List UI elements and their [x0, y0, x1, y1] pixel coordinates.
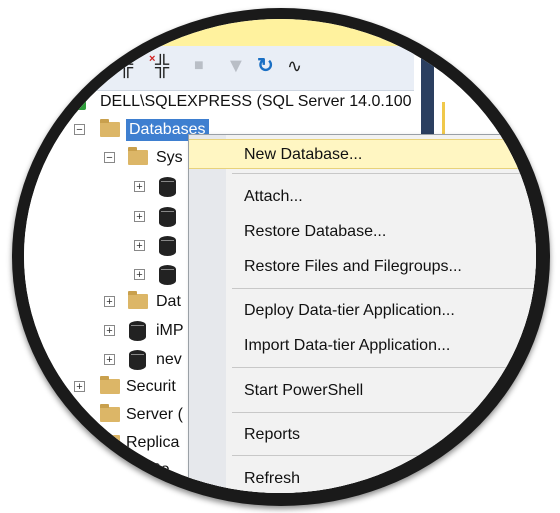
connect-icon[interactable]: ╬ — [119, 54, 133, 78]
security-label: Securit — [126, 378, 176, 395]
menu-item-deploy-data-tier[interactable]: Deploy Data-tier Application... — [189, 296, 536, 326]
tree-node-server-objects[interactable]: Server ( — [72, 404, 192, 426]
database-icon — [129, 321, 146, 341]
menu-item-label: Deploy Data-tier Application... — [244, 302, 455, 319]
folder-icon — [100, 376, 120, 394]
magnifier-lens: ▼ ⊥ ╬ ×╬ ■ ▼ ↻ ∿ cr DELL\SQLEXPRESS (SQL… — [24, 19, 536, 493]
menu-item-label: New Database... — [244, 146, 363, 163]
tree-node-data-tier[interactable]: + Dat — [102, 291, 192, 313]
tree-node-security[interactable]: + Securit — [72, 376, 192, 398]
menu-item-restore-database[interactable]: Restore Database... — [189, 217, 536, 247]
tree-node-system-db-4[interactable]: + — [132, 264, 182, 286]
object-explorer-toolbar: ╬ × ╬ ■ ▼ ↻ ∿ — [24, 46, 414, 91]
folder-icon — [100, 404, 120, 422]
db-import-label: iMP — [156, 322, 184, 339]
menu-separator — [232, 455, 536, 456]
folder-icon — [100, 432, 120, 450]
tree-node-db-import[interactable]: + iMP — [102, 320, 192, 342]
replication-label: Replica — [126, 434, 180, 451]
folder-icon — [128, 147, 148, 165]
server-objects-label: Server ( — [126, 406, 183, 423]
database-icon — [159, 177, 176, 197]
expand-toggle[interactable]: + — [74, 381, 85, 393]
stop-icon[interactable]: ■ — [194, 54, 204, 78]
database-icon — [159, 207, 176, 227]
menu-item-new-database[interactable]: New Database... — [189, 139, 536, 169]
database-icon — [159, 236, 176, 256]
collapse-toggle[interactable]: − — [74, 124, 85, 136]
partial-node-label: Po — [150, 461, 170, 478]
window-title-bar: ▼ ⊥ — [24, 19, 536, 46]
folder-icon — [100, 119, 120, 137]
expand-toggle[interactable]: + — [134, 211, 145, 223]
tree-node-system-databases[interactable]: − Sys — [102, 147, 192, 169]
expand-toggle[interactable]: + — [134, 240, 145, 252]
menu-separator — [232, 173, 536, 174]
tree-node-system-db-3[interactable]: + — [132, 235, 182, 257]
expand-toggle[interactable]: + — [104, 296, 115, 308]
menu-item-label: Reports — [244, 426, 301, 443]
server-icon — [72, 94, 86, 110]
tree-node-server[interactable]: DELL\SQLEXPRESS (SQL Server 14.0.100 — [72, 91, 432, 113]
menu-item-restore-files[interactable]: Restore Files and Filegroups... — [189, 252, 536, 282]
refresh-icon[interactable]: ↻ — [257, 54, 274, 78]
tree-node-partial[interactable]: Po — [72, 459, 192, 481]
db-new-label: nev — [156, 351, 182, 368]
menu-item-label: Start PowerShell — [244, 382, 364, 399]
database-icon — [129, 350, 146, 370]
menu-item-label: Restore Database... — [244, 223, 387, 240]
pin-icon[interactable]: ⊥ — [369, 19, 379, 32]
data-tier-label: Dat — [156, 293, 181, 310]
expand-toggle[interactable]: + — [104, 354, 115, 366]
collapse-toggle[interactable]: − — [104, 152, 115, 164]
activity-monitor-icon[interactable]: ∿ — [287, 54, 302, 78]
menu-item-label: Restore Files and Filegroups... — [244, 258, 462, 275]
menu-item-attach[interactable]: Attach... — [189, 182, 536, 212]
disconnect-icon[interactable]: × ╬ — [149, 53, 169, 78]
menu-item-label: Import Data-tier Application... — [244, 337, 451, 354]
menu-item-start-powershell[interactable]: Start PowerShell — [189, 376, 536, 406]
menu-item-label: Refresh — [244, 470, 301, 487]
server-node-label: DELL\SQLEXPRESS (SQL Server 14.0.100 — [100, 93, 412, 110]
system-databases-label: Sys — [156, 149, 183, 166]
database-icon — [159, 265, 176, 285]
tree-node-db-new[interactable]: + nev — [102, 349, 192, 371]
tree-node-system-db-2[interactable]: + — [132, 206, 182, 228]
menu-separator — [232, 288, 536, 289]
menu-item-reports[interactable]: Reports — [189, 420, 536, 450]
menu-separator — [232, 412, 536, 413]
filter-icon[interactable]: ▼ — [226, 54, 246, 78]
tree-node-system-db-1[interactable]: + — [132, 176, 182, 198]
menu-separator — [232, 367, 536, 368]
menu-item-import-data-tier[interactable]: Import Data-tier Application... — [189, 331, 536, 361]
menu-item-refresh[interactable]: Refresh — [189, 464, 536, 493]
expand-toggle[interactable]: + — [134, 181, 145, 193]
folder-icon — [128, 291, 148, 309]
expand-toggle[interactable]: + — [134, 269, 145, 281]
menu-item-label: Attach... — [244, 188, 303, 205]
dropdown-arrow-icon[interactable]: ▼ — [346, 21, 356, 32]
expand-toggle[interactable]: + — [104, 325, 115, 337]
context-menu: New Database... Attach... Restore Databa… — [188, 134, 536, 493]
tree-node-replication[interactable]: Replica — [72, 432, 192, 454]
